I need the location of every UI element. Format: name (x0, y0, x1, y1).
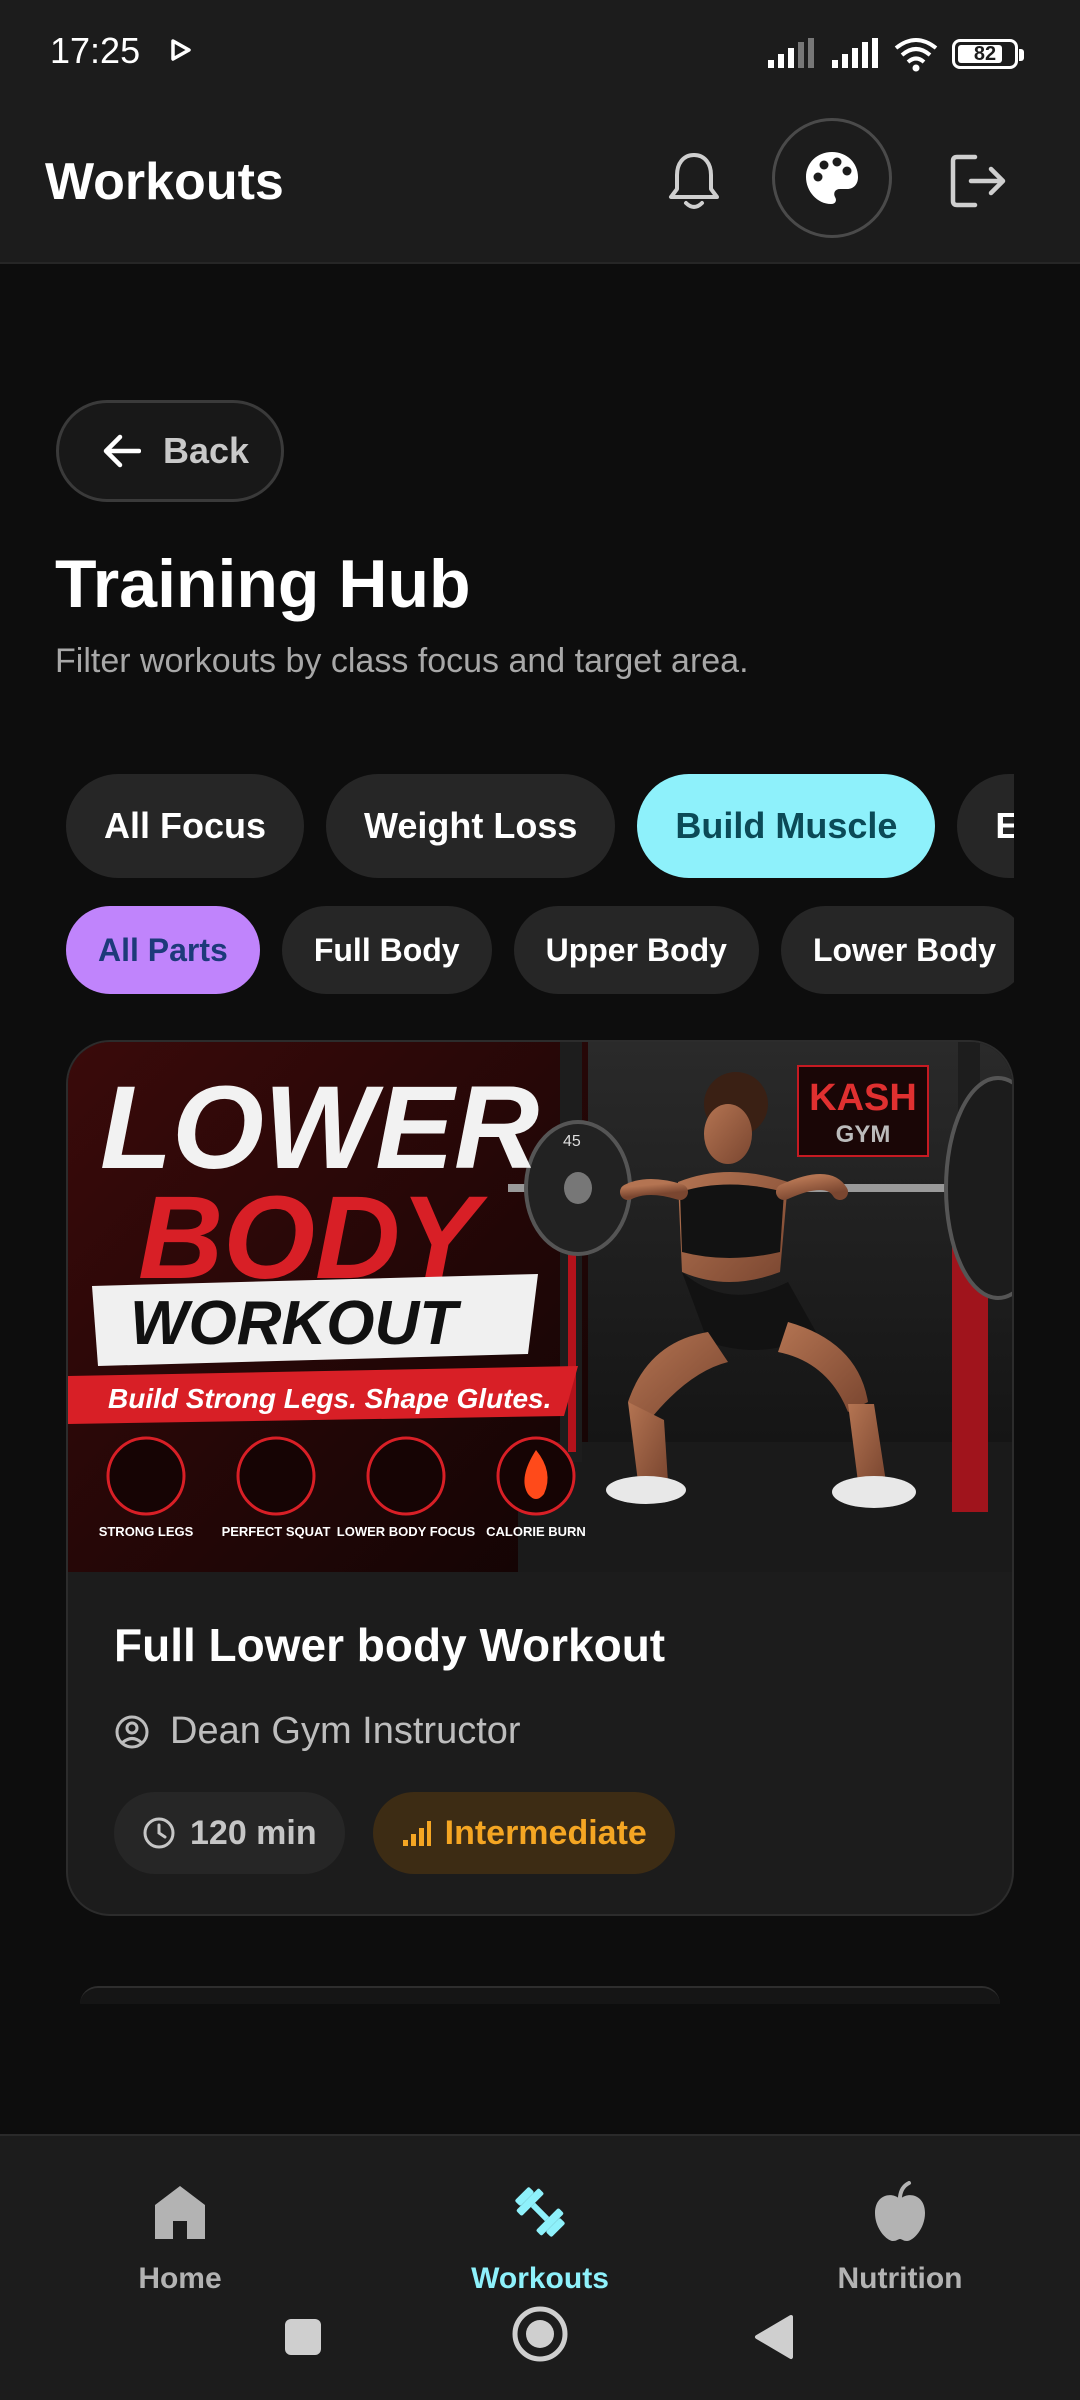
arrow-left-icon (103, 434, 141, 468)
poster-tagline: Build Strong Legs. Shape Glutes. (108, 1383, 551, 1414)
svg-text:STRONG LEGS: STRONG LEGS (99, 1524, 194, 1539)
duration-chip: 120 min (114, 1792, 345, 1874)
system-back-button[interactable] (752, 2312, 796, 2362)
recents-button[interactable] (282, 2316, 324, 2358)
svg-text:LOWER BODY FOCUS: LOWER BODY FOCUS (337, 1524, 476, 1539)
nav-home[interactable]: Home (70, 2180, 290, 2296)
poster-headline-workout: WORKOUT (130, 1289, 462, 1358)
back-button-label: Back (163, 430, 250, 471)
system-home-button[interactable] (508, 2302, 572, 2366)
chip-endurance[interactable]: Endurance (957, 774, 1014, 878)
signal-bars-icon (402, 1821, 431, 1846)
body-part-filter-row[interactable]: All Parts Full Body Upper Body Lower Bod… (66, 906, 1014, 994)
logout-button[interactable] (944, 146, 1014, 216)
theme-button[interactable] (772, 118, 892, 238)
page-title: Training Hub (55, 546, 471, 622)
chip-upper-body[interactable]: Upper Body (513, 906, 759, 994)
home-icon (155, 2186, 205, 2239)
gym-sign-text: KASH (809, 1077, 917, 1119)
bell-icon (669, 153, 719, 209)
workout-thumbnail[interactable]: KASH GYM 45 LOWER BODY WORKOUT Build Str… (68, 1042, 1012, 1572)
chip-all-parts[interactable]: All Parts (66, 906, 260, 994)
back-button[interactable]: Back (56, 400, 284, 502)
status-icons: 82 (766, 34, 1024, 74)
instructor-row: Dean Gym Instructor (114, 1710, 521, 1753)
system-navigation-bar (0, 2302, 1080, 2374)
user-circle-icon (115, 1715, 149, 1748)
nav-home-label: Home (138, 2262, 222, 2295)
workout-card[interactable]: KASH GYM 45 LOWER BODY WORKOUT Build Str… (66, 1040, 1014, 1916)
app-title: Workouts (45, 153, 284, 211)
nav-nutrition[interactable]: Nutrition (790, 2180, 1010, 2296)
palette-icon (806, 152, 858, 204)
chip-weight-loss[interactable]: Weight Loss (326, 774, 616, 878)
workout-meta: 120 min Intermediate (114, 1792, 675, 1874)
recents-icon (285, 2319, 321, 2355)
wifi-icon (894, 38, 938, 72)
dumbbell-icon (515, 2187, 565, 2237)
nav-workouts[interactable]: Workouts (430, 2180, 650, 2296)
clock-icon (143, 1817, 175, 1849)
battery-icon: 82 (952, 39, 1024, 69)
chip-build-muscle[interactable]: Build Muscle (637, 774, 936, 878)
level-chip: Intermediate (372, 1792, 675, 1874)
app-header: Workouts (0, 104, 1080, 264)
chip-full-body[interactable]: Full Body (281, 906, 492, 994)
svg-text:CALORIE BURN: CALORIE BURN (486, 1524, 586, 1539)
workout-poster-image: KASH GYM 45 LOWER BODY WORKOUT Build Str… (68, 1042, 1012, 1572)
status-time: 17:25 (50, 30, 141, 71)
svg-text:PERFECT SQUAT: PERFECT SQUAT (222, 1524, 331, 1539)
triangle-back-icon (755, 2315, 793, 2359)
signal-icon (768, 38, 814, 68)
chip-lower-body[interactable]: Lower Body (780, 906, 1014, 994)
duration-value: 120 min (190, 1813, 317, 1852)
signal-icon-2 (832, 38, 878, 68)
chip-all-focus[interactable]: All Focus (66, 774, 305, 878)
focus-filter-row[interactable]: All Focus Weight Loss Build Muscle Endur… (66, 774, 1014, 878)
circle-home-icon (512, 2306, 568, 2362)
nav-workouts-label: Workouts (471, 2262, 609, 2295)
logout-icon (950, 154, 1006, 208)
gym-sign-subtext: GYM (836, 1121, 891, 1148)
nav-nutrition-label: Nutrition (837, 2262, 963, 2295)
instructor-name: Dean Gym Instructor (170, 1710, 521, 1752)
status-bar: 17:25 82 (0, 0, 1080, 104)
page-subtitle: Filter workouts by class focus and targe… (55, 642, 749, 680)
next-workout-card-peek[interactable] (80, 1986, 1000, 2004)
battery-level: 82 (973, 43, 997, 65)
media-play-icon (171, 39, 191, 61)
plate-label: 45 (563, 1133, 581, 1150)
notifications-button[interactable] (660, 144, 728, 220)
bottom-nav: Home Workouts Nutrition (0, 2134, 1080, 2400)
level-value: Intermediate (444, 1813, 647, 1852)
workout-title: Full Lower body Workout (114, 1619, 666, 1671)
apple-icon (875, 2181, 925, 2241)
